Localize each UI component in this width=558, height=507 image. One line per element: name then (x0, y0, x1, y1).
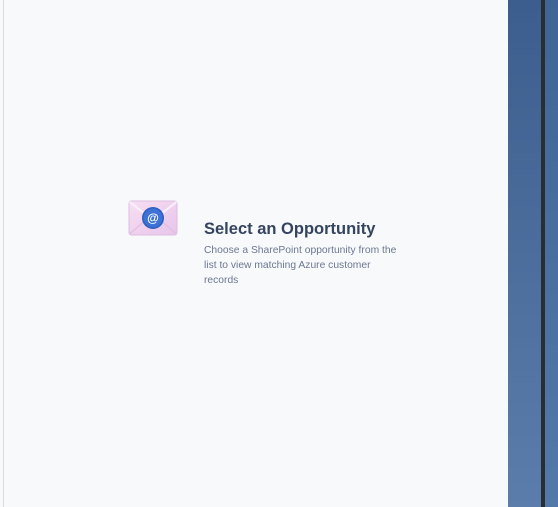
empty-state-title: Select an Opportunity (204, 220, 376, 238)
opportunity-detail-panel: @ Select an Opportunity Choose a SharePo… (4, 0, 508, 507)
app-window: @ Select an Opportunity Choose a SharePo… (0, 0, 558, 507)
email-at-icon: @ (128, 200, 178, 236)
background-edge-right (545, 0, 558, 507)
empty-state: @ Select an Opportunity Choose a SharePo… (128, 200, 428, 300)
svg-text:@: @ (147, 211, 159, 225)
empty-state-description: Choose a SharePoint opportunity from the… (204, 245, 397, 286)
